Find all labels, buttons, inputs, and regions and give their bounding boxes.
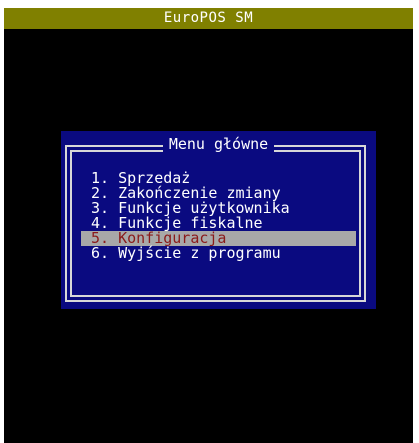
menu-item-wyjscie[interactable]: 6. Wyjście z programu: [81, 246, 356, 261]
dialog-title: Menu główne: [162, 133, 275, 155]
window-top-edge: [0, 0, 419, 8]
dialog-title-row: Menu główne: [61, 133, 376, 155]
window-left-edge: [0, 0, 4, 443]
window-right-edge: [413, 0, 419, 443]
terminal-screen: EuroPOS SM Menu główne 1. Sprzedaż 2. Za…: [0, 0, 419, 443]
menu-list: 1. Sprzedaż 2. Zakończenie zmiany 3. Fun…: [81, 171, 356, 261]
app-title: EuroPOS SM: [163, 10, 254, 26]
app-title-bar: EuroPOS SM: [4, 8, 413, 29]
main-menu-dialog: Menu główne 1. Sprzedaż 2. Zakończenie z…: [61, 131, 376, 309]
